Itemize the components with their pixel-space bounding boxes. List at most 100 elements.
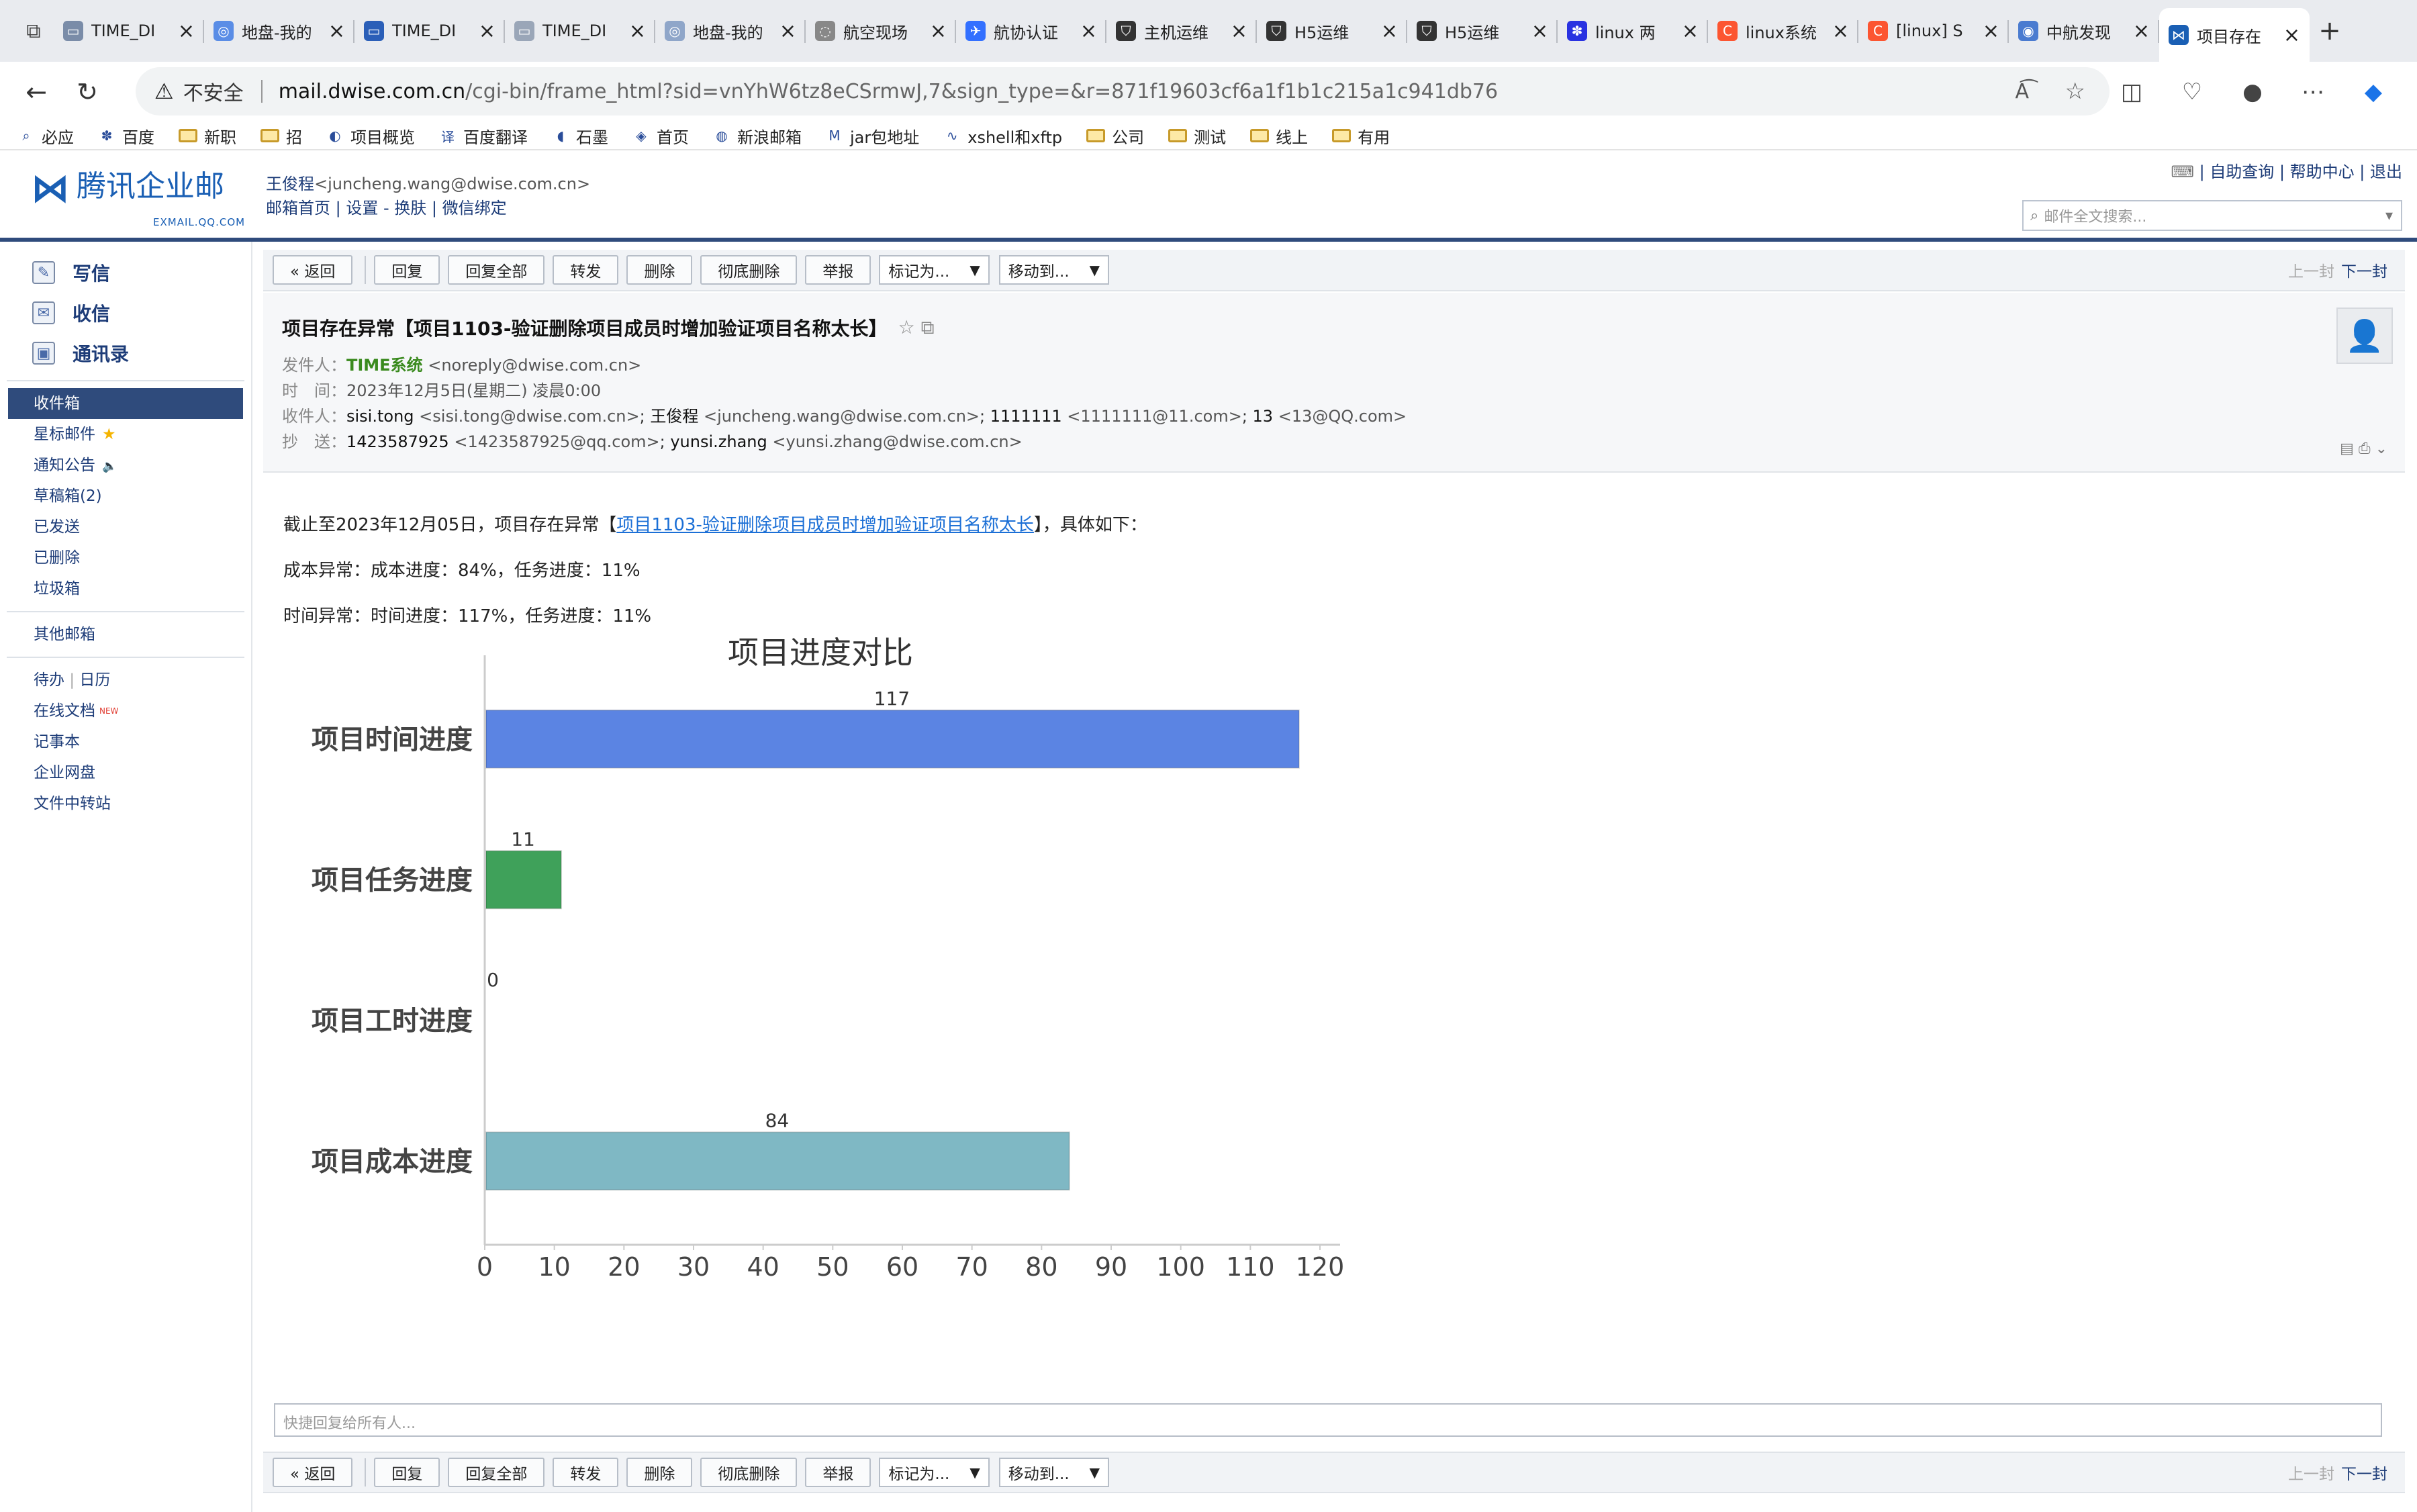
sidebar-contacts-link[interactable]: ▣ 通讯录 [0,333,251,373]
tab-1[interactable]: ▭ TIME_DI × [54,7,204,55]
recipient-name[interactable]: 13 [1253,407,1274,426]
bookmark-item[interactable]: 公司 [1086,124,1144,148]
bookmark-item[interactable]: ⌕ 必应 [17,124,74,148]
recipient-name[interactable]: 1423587925 [346,432,449,451]
tab-5[interactable]: ◎ 地盘-我的 × [655,7,806,55]
bookmark-item[interactable]: ✽ 百度 [98,124,154,148]
move-to-select[interactable]: 移动到... ▼ [998,255,1110,285]
forward-button[interactable]: 转发 [553,1458,619,1487]
tab-2[interactable]: ◎ 地盘-我的 × [204,7,354,55]
close-icon[interactable]: × [328,19,345,43]
bookmark-item[interactable]: 线上 [1250,124,1308,148]
sidebar-inbox-link[interactable]: ✉ 收信 [0,293,251,333]
chevron-down-icon[interactable]: ▾ [2385,207,2393,224]
profile-avatar-icon[interactable]: ● [2222,79,2283,105]
bookmark-item[interactable]: Mjar包地址 [826,124,919,148]
close-icon[interactable]: × [1080,19,1097,43]
next-mail-link[interactable]: 下一封 [2341,1466,2387,1483]
bookmark-item[interactable]: 译百度翻译 [439,124,528,148]
close-icon[interactable]: × [930,19,947,43]
delete-permanently-button[interactable]: 彻底删除 [700,255,798,285]
close-icon[interactable]: × [1381,19,1398,43]
tab-4[interactable]: ▭ TIME_DI × [505,7,655,55]
sidebar-folder-3[interactable]: 通知公告 🔈 [0,450,251,481]
sidebar-folder-5[interactable]: 已发送 [0,512,251,542]
sidebar-item-file-transfer[interactable]: 文件中转站 [0,788,251,819]
bookmark-item[interactable]: 新职 [179,124,236,148]
tab-7[interactable]: ✈ 航协认证 × [956,7,1106,55]
bookmark-item[interactable]: ◍ 新浪邮箱 [713,124,802,148]
tab-12[interactable]: Clinux系统 × [1708,7,1858,55]
sender-name[interactable]: TIME系统 [346,356,423,375]
close-icon[interactable]: × [2133,19,2150,43]
tab-3[interactable]: ▭ TIME_DI × [354,7,505,55]
reply-all-button[interactable]: 回复全部 [448,1458,545,1487]
star-icon[interactable]: ☆ [898,316,915,338]
mark-as-select[interactable]: 标记为... ▼ [879,255,990,285]
close-icon[interactable]: × [1682,19,1699,43]
quick-reply-input[interactable]: 快捷回复给所有人... [274,1403,2382,1437]
link-wechat-bind[interactable]: 微信绑定 [442,199,507,218]
bookmark-item[interactable]: 招 [260,124,302,148]
close-icon[interactable]: × [1231,19,1247,43]
favorite-star-icon[interactable]: ☆ [2065,78,2085,105]
print-icon[interactable]: ⎙ [2359,440,2371,457]
tab-8[interactable]: ⛉ 主机运维 × [1106,7,1257,55]
tab-10[interactable]: ⛉ H5运维 × [1407,7,1558,55]
back-button[interactable]: « 返回 [273,255,353,285]
sidebar-folder-2[interactable]: 星标邮件 ★ [0,419,251,450]
report-button[interactable]: 举报 [805,255,871,285]
reply-all-button[interactable]: 回复全部 [448,255,545,285]
sidebar-item-drive[interactable]: 企业网盘 [0,757,251,788]
delete-permanently-button[interactable]: 彻底删除 [700,1458,798,1487]
exmail-logo[interactable]: ⋈ 腾讯企业邮 EXMAIL.QQ.COM [31,167,244,228]
reply-button[interactable]: 回复 [374,1458,440,1487]
sidebar-item-notes[interactable]: 记事本 [0,726,251,757]
tab-6[interactable]: ◌ 航空现场 × [806,7,956,55]
performance-icon[interactable]: ♡ [2162,79,2222,105]
sidebar-item-other-mailbox[interactable]: 其他邮箱 [0,619,251,650]
link-self-service[interactable]: 自助查询 [2210,162,2274,181]
note-icon[interactable]: ▤ [2340,440,2354,457]
prev-mail-link[interactable]: 上一封 [2288,263,2334,281]
move-to-select[interactable]: 移动到... ▼ [998,1458,1110,1487]
tab-11[interactable]: ✽ linux 两 × [1558,7,1708,55]
link-help-center[interactable]: 帮助中心 [2290,162,2355,181]
close-icon[interactable]: × [779,19,796,43]
link-skin[interactable]: 换肤 [394,199,426,218]
reply-button[interactable]: 回复 [374,255,440,285]
bookmark-item[interactable]: ◐ 项目概览 [326,124,415,148]
recipient-name[interactable]: 王俊程 [650,407,698,426]
sidebar-folder-4[interactable]: 草稿箱(2) [0,481,251,512]
split-screen-icon[interactable]: ◫ [2101,79,2162,105]
recipient-name[interactable]: yunsi.zhang [670,432,767,451]
sidebar-item-online-docs[interactable]: 在线文档 NEW [0,696,251,726]
copilot-icon[interactable]: ◆ [2343,79,2404,105]
bookmark-item[interactable]: 有用 [1332,124,1390,148]
recipient-name[interactable]: 1111111 [990,407,1062,426]
close-icon[interactable]: × [2283,23,2300,47]
link-settings[interactable]: 设置 [346,199,378,218]
read-aloud-icon[interactable]: A͡ [2015,80,2029,103]
expand-icon[interactable]: ⌄ [2375,440,2387,457]
close-icon[interactable]: × [178,19,195,43]
project-link[interactable]: 项目1103-验证删除项目成员时增加验证项目名称太长 [616,515,1034,535]
close-icon[interactable]: × [479,19,495,43]
more-icon[interactable]: ⋯ [2283,79,2343,105]
recipient-name[interactable]: sisi.tong [346,407,414,426]
new-tab-button[interactable]: + [2310,15,2350,46]
tab-actions-icon[interactable]: ⧉ [13,11,54,51]
next-mail-link[interactable]: 下一封 [2341,263,2387,281]
prev-mail-link[interactable]: 上一封 [2288,1466,2334,1483]
address-bar[interactable]: ⚠ 不安全 mail.dwise.com.cn /cgi-bin/frame_h… [136,67,2110,115]
delete-button[interactable]: 删除 [626,1458,693,1487]
tab-15[interactable]: ⋈ 项目存在 × [2159,8,2310,62]
tab-13[interactable]: C [linux] S × [1858,7,2009,55]
back-icon[interactable]: ← [11,77,62,107]
sidebar-folder-7[interactable]: 垃圾箱 [0,573,251,604]
close-icon[interactable]: × [1531,19,1548,43]
delete-button[interactable]: 删除 [626,255,693,285]
sidebar-compose-link[interactable]: ✎ 写信 [0,252,251,293]
bookmark-item[interactable]: ∿ xshell和xftp [943,124,1062,148]
link-mail-home[interactable]: 邮箱首页 [266,199,330,218]
